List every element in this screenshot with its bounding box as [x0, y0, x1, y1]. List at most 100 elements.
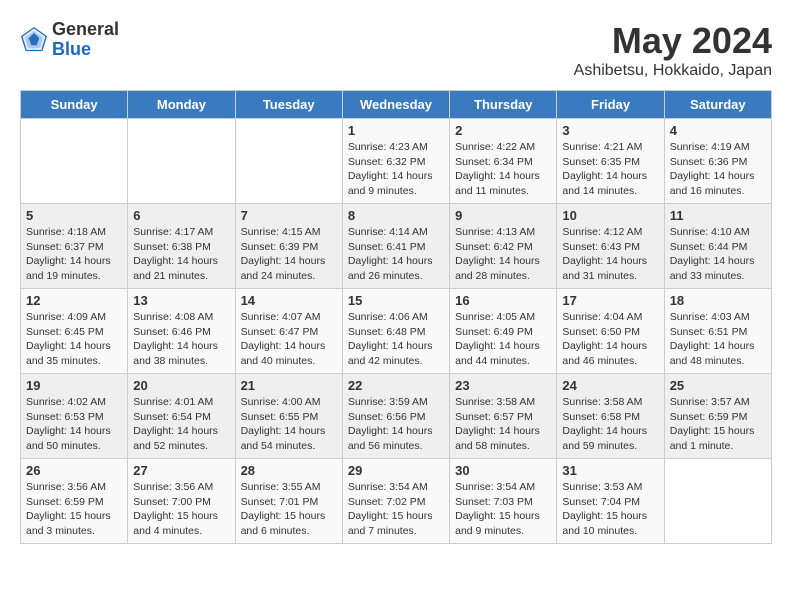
- calendar-cell: 25 Sunrise: 3:57 AM Sunset: 6:59 PM Dayli…: [664, 374, 771, 459]
- calendar-cell: 12Sunrise: 4:09 AM Sunset: 6:45 PM Dayli…: [21, 289, 128, 374]
- calendar-table: SundayMondayTuesdayWednesdayThursdayFrid…: [20, 90, 772, 544]
- day-number: 7: [241, 208, 337, 223]
- day-info: Sunrise: 4:19 AM Sunset: 6:36 PM Dayligh…: [670, 140, 766, 199]
- day-number: 14: [241, 293, 337, 308]
- calendar-cell: 6 Sunrise: 4:17 AM Sunset: 6:38 PM Daylig…: [128, 204, 235, 289]
- calendar-cell: 19 Sunrise: 4:02 AM Sunset: 6:53 PM Dayli…: [21, 374, 128, 459]
- day-number: 20: [133, 378, 229, 393]
- calendar-cell: [128, 119, 235, 204]
- logo-general-text: General: [52, 19, 119, 39]
- calendar-cell: 9 Sunrise: 4:13 AM Sunset: 6:42 PM Daylig…: [450, 204, 557, 289]
- day-number: 8: [348, 208, 444, 223]
- calendar-cell: 16 Sunrise: 4:05 AM Sunset: 6:49 PM Dayli…: [450, 289, 557, 374]
- logo: General Blue: [20, 20, 119, 60]
- calendar-cell: 17Sunrise: 4:04 AM Sunset: 6:50 PM Dayli…: [557, 289, 664, 374]
- week-row-4: 19 Sunrise: 4:02 AM Sunset: 6:53 PM Dayli…: [21, 374, 772, 459]
- day-number: 29: [348, 463, 444, 478]
- day-header-sunday: Sunday: [21, 91, 128, 119]
- calendar-cell: 18Sunrise: 4:03 AM Sunset: 6:51 PM Dayli…: [664, 289, 771, 374]
- day-number: 16: [455, 293, 551, 308]
- calendar-cell: 3 Sunrise: 4:21 AM Sunset: 6:35 PM Daylig…: [557, 119, 664, 204]
- day-number: 22: [348, 378, 444, 393]
- day-number: 5: [26, 208, 122, 223]
- title-block: May 2024 Ashibetsu, Hokkaido, Japan: [574, 20, 772, 80]
- week-row-2: 5 Sunrise: 4:18 AM Sunset: 6:37 PM Daylig…: [21, 204, 772, 289]
- logo-blue-text: Blue: [52, 39, 91, 59]
- day-info: Sunrise: 4:13 AM Sunset: 6:42 PM Dayligh…: [455, 225, 551, 284]
- day-info: Sunrise: 4:14 AM Sunset: 6:41 PM Dayligh…: [348, 225, 444, 284]
- day-number: 19: [26, 378, 122, 393]
- calendar-cell: 11 Sunrise: 4:10 AM Sunset: 6:44 PM Dayli…: [664, 204, 771, 289]
- day-info: Sunrise: 4:17 AM Sunset: 6:38 PM Dayligh…: [133, 225, 229, 284]
- calendar-cell: 28Sunrise: 3:55 AM Sunset: 7:01 PM Dayli…: [235, 459, 342, 544]
- day-number: 26: [26, 463, 122, 478]
- day-info: Sunrise: 3:58 AM Sunset: 6:57 PM Dayligh…: [455, 395, 551, 454]
- calendar-cell: 7 Sunrise: 4:15 AM Sunset: 6:39 PM Daylig…: [235, 204, 342, 289]
- day-number: 13: [133, 293, 229, 308]
- calendar-cell: 29Sunrise: 3:54 AM Sunset: 7:02 PM Dayli…: [342, 459, 449, 544]
- day-info: Sunrise: 4:05 AM Sunset: 6:49 PM Dayligh…: [455, 310, 551, 369]
- day-number: 10: [562, 208, 658, 223]
- week-row-5: 26 Sunrise: 3:56 AM Sunset: 6:59 PM Dayli…: [21, 459, 772, 544]
- week-row-3: 12Sunrise: 4:09 AM Sunset: 6:45 PM Dayli…: [21, 289, 772, 374]
- day-info: Sunrise: 3:57 AM Sunset: 6:59 PM Dayligh…: [670, 395, 766, 454]
- day-info: Sunrise: 3:59 AM Sunset: 6:56 PM Dayligh…: [348, 395, 444, 454]
- calendar-cell: 1Sunrise: 4:23 AM Sunset: 6:32 PM Daylig…: [342, 119, 449, 204]
- day-number: 4: [670, 123, 766, 138]
- day-info: Sunrise: 4:23 AM Sunset: 6:32 PM Dayligh…: [348, 140, 444, 199]
- day-number: 23: [455, 378, 551, 393]
- calendar-cell: [664, 459, 771, 544]
- day-number: 6: [133, 208, 229, 223]
- day-info: Sunrise: 4:10 AM Sunset: 6:44 PM Dayligh…: [670, 225, 766, 284]
- calendar-cell: 24Sunrise: 3:58 AM Sunset: 6:58 PM Dayli…: [557, 374, 664, 459]
- day-header-friday: Friday: [557, 91, 664, 119]
- day-number: 30: [455, 463, 551, 478]
- day-number: 24: [562, 378, 658, 393]
- day-info: Sunrise: 4:15 AM Sunset: 6:39 PM Dayligh…: [241, 225, 337, 284]
- month-title: May 2024: [574, 20, 772, 62]
- calendar-cell: 2Sunrise: 4:22 AM Sunset: 6:34 PM Daylig…: [450, 119, 557, 204]
- day-info: Sunrise: 4:02 AM Sunset: 6:53 PM Dayligh…: [26, 395, 122, 454]
- day-info: Sunrise: 4:12 AM Sunset: 6:43 PM Dayligh…: [562, 225, 658, 284]
- days-header-row: SundayMondayTuesdayWednesdayThursdayFrid…: [21, 91, 772, 119]
- day-number: 11: [670, 208, 766, 223]
- page-header: General Blue May 2024 Ashibetsu, Hokkaid…: [20, 20, 772, 80]
- calendar-cell: 27 Sunrise: 3:56 AM Sunset: 7:00 PM Dayli…: [128, 459, 235, 544]
- day-info: Sunrise: 3:54 AM Sunset: 7:03 PM Dayligh…: [455, 480, 551, 539]
- calendar-cell: 26 Sunrise: 3:56 AM Sunset: 6:59 PM Dayli…: [21, 459, 128, 544]
- day-info: Sunrise: 4:00 AM Sunset: 6:55 PM Dayligh…: [241, 395, 337, 454]
- calendar-cell: 30 Sunrise: 3:54 AM Sunset: 7:03 PM Dayli…: [450, 459, 557, 544]
- calendar-cell: 31 Sunrise: 3:53 AM Sunset: 7:04 PM Dayli…: [557, 459, 664, 544]
- calendar-cell: 4 Sunrise: 4:19 AM Sunset: 6:36 PM Daylig…: [664, 119, 771, 204]
- day-info: Sunrise: 4:21 AM Sunset: 6:35 PM Dayligh…: [562, 140, 658, 199]
- day-info: Sunrise: 4:04 AM Sunset: 6:50 PM Dayligh…: [562, 310, 658, 369]
- day-header-tuesday: Tuesday: [235, 91, 342, 119]
- day-info: Sunrise: 3:56 AM Sunset: 7:00 PM Dayligh…: [133, 480, 229, 539]
- calendar-cell: 14 Sunrise: 4:07 AM Sunset: 6:47 PM Dayli…: [235, 289, 342, 374]
- logo-icon: [20, 26, 48, 54]
- calendar-cell: 22 Sunrise: 3:59 AM Sunset: 6:56 PM Dayli…: [342, 374, 449, 459]
- day-number: 18: [670, 293, 766, 308]
- day-header-wednesday: Wednesday: [342, 91, 449, 119]
- week-row-1: 1Sunrise: 4:23 AM Sunset: 6:32 PM Daylig…: [21, 119, 772, 204]
- location-text: Ashibetsu, Hokkaido, Japan: [574, 62, 772, 80]
- day-info: Sunrise: 3:53 AM Sunset: 7:04 PM Dayligh…: [562, 480, 658, 539]
- day-info: Sunrise: 4:18 AM Sunset: 6:37 PM Dayligh…: [26, 225, 122, 284]
- calendar-cell: 8 Sunrise: 4:14 AM Sunset: 6:41 PM Daylig…: [342, 204, 449, 289]
- day-info: Sunrise: 4:07 AM Sunset: 6:47 PM Dayligh…: [241, 310, 337, 369]
- day-header-thursday: Thursday: [450, 91, 557, 119]
- day-number: 27: [133, 463, 229, 478]
- day-number: 12: [26, 293, 122, 308]
- calendar-cell: 20Sunrise: 4:01 AM Sunset: 6:54 PM Dayli…: [128, 374, 235, 459]
- day-number: 3: [562, 123, 658, 138]
- calendar-cell: 10 Sunrise: 4:12 AM Sunset: 6:43 PM Dayli…: [557, 204, 664, 289]
- day-info: Sunrise: 3:56 AM Sunset: 6:59 PM Dayligh…: [26, 480, 122, 539]
- calendar-cell: 21Sunrise: 4:00 AM Sunset: 6:55 PM Dayli…: [235, 374, 342, 459]
- day-number: 25: [670, 378, 766, 393]
- day-number: 2: [455, 123, 551, 138]
- day-number: 9: [455, 208, 551, 223]
- day-info: Sunrise: 4:06 AM Sunset: 6:48 PM Dayligh…: [348, 310, 444, 369]
- day-number: 15: [348, 293, 444, 308]
- day-number: 31: [562, 463, 658, 478]
- day-header-saturday: Saturday: [664, 91, 771, 119]
